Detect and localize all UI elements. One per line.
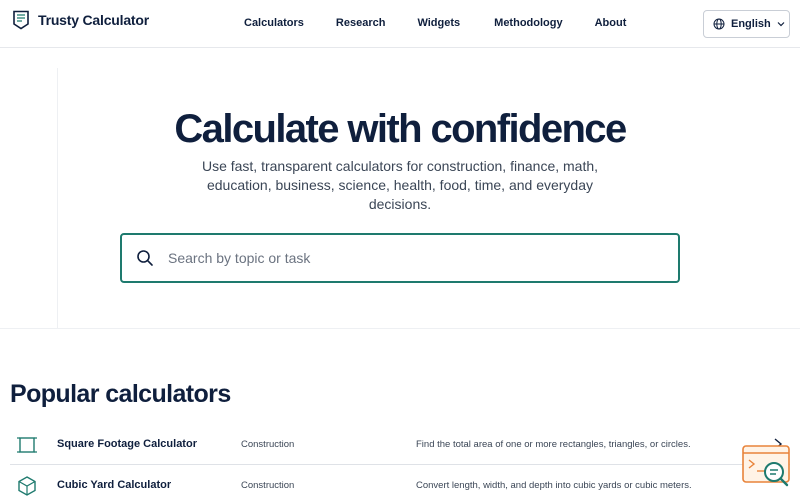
nav-methodology[interactable]: Methodology [494,17,562,29]
calculator-description: Find the total area of one or more recta… [416,439,691,450]
calculator-description: Convert length, width, and depth into cu… [416,480,692,491]
search-box[interactable] [120,233,680,283]
hero-subtitle: Use fast, transparent calculators for co… [201,158,599,212]
nav-widgets[interactable]: Widgets [417,17,460,29]
calculator-name[interactable]: Square Footage Calculator [57,438,197,450]
brand-name: Trusty Calculator [38,12,149,28]
search-input[interactable] [168,250,648,266]
brand-link[interactable]: Trusty Calculator [12,10,149,30]
list-item[interactable]: Cubic Yard Calculator Construction Conve… [10,466,790,500]
calculator-category: Construction [241,480,295,491]
search-icon [137,250,153,266]
nav-about[interactable]: About [595,17,627,29]
site-header: Trusty Calculator Calculators Research W… [0,0,800,48]
hero-title: Calculate with confidence [174,107,627,151]
brand-logo-icon [13,10,29,30]
chevron-down-icon [777,22,785,27]
language-label: English [731,18,771,30]
list-item[interactable]: Square Footage Calculator Construction F… [10,425,790,465]
help-widget-icon[interactable] [741,444,793,492]
hero-divider [0,328,800,329]
square-icon [17,437,37,453]
main-nav: Calculators Research Widgets Methodology… [244,17,626,29]
language-selector[interactable]: English [703,10,790,38]
popular-calculators-heading: Popular calculators [10,380,231,408]
nav-calculators[interactable]: Calculators [244,17,304,29]
globe-icon [713,18,725,30]
nav-research[interactable]: Research [336,17,386,29]
calculator-name[interactable]: Cubic Yard Calculator [57,479,171,491]
calculator-category: Construction [241,439,295,450]
cube-icon [18,476,36,496]
